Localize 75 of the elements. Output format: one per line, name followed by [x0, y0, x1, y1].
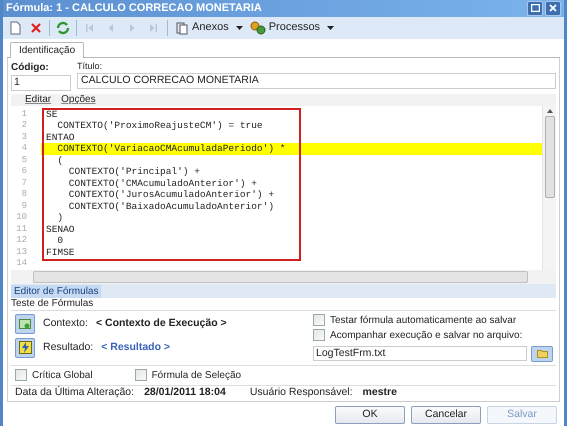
folder-icon — [536, 349, 548, 358]
maximize-icon — [530, 4, 540, 12]
field-label: Título: — [77, 60, 104, 72]
context-value: < Contexto de Execução > — [96, 316, 227, 331]
file-field[interactable]: LogTestFrm.txt — [313, 346, 527, 361]
refresh-icon — [55, 20, 71, 36]
line-number: 1 — [20, 108, 28, 120]
date-value: 28/01/2011 18:04 — [144, 385, 226, 400]
checkbox-label: Fórmula de Seleção — [152, 368, 242, 382]
maximize-button[interactable] — [527, 0, 543, 16]
scroll-up-icon — [546, 108, 552, 112]
line-number: 6 — [20, 165, 28, 178]
checkbox-label: Acompanhar execução e salvar no arquivo: — [330, 328, 522, 342]
input-field[interactable]: 1 — [11, 74, 71, 90]
code-line: FIMSE — [45, 246, 76, 258]
toolbar-menu-button[interactable]: Anexos — [172, 18, 246, 38]
line-number: 13 — [15, 246, 28, 258]
code-line: 0 — [56, 235, 64, 246]
tab[interactable]: Identificação — [10, 42, 84, 58]
line-number: 10 — [15, 211, 28, 224]
horizontal-scrollbar[interactable] — [33, 270, 528, 282]
field-label: Resultado: — [43, 340, 94, 355]
line-number: 8 — [20, 188, 28, 201]
caret-icon — [327, 26, 334, 30]
checkbox[interactable] — [313, 314, 325, 326]
lightning-icon — [18, 341, 32, 354]
editor-menu-item[interactable]: Editar — [25, 92, 52, 107]
browse-button[interactable] — [531, 346, 553, 362]
dialog-button[interactable]: Cancelar — [411, 406, 481, 424]
field-label: Contexto: — [43, 316, 88, 331]
line-number: 14 — [15, 257, 28, 270]
attachment-icon — [175, 20, 189, 34]
code-line: CONTEXTO('ProximoReajusteCM') = true — [56, 120, 264, 132]
checkbox[interactable] — [313, 329, 325, 341]
checkbox-label: Crítica Global — [32, 368, 93, 382]
close-button[interactable] — [545, 0, 561, 16]
table-icon — [19, 318, 31, 330]
code-line: ENTAO — [45, 132, 76, 143]
code-line: ) — [56, 212, 64, 224]
line-number: 3 — [20, 130, 28, 144]
context-button[interactable] — [15, 314, 35, 334]
line-number: 7 — [20, 176, 28, 190]
dialog-button[interactable]: OK — [335, 406, 405, 424]
tab[interactable]: Editor de Fórmulas — [11, 284, 102, 298]
scroll-thumb[interactable] — [544, 116, 554, 198]
result-value: < Resultado > — [101, 340, 170, 355]
info-label: Usuário Responsável: — [250, 385, 353, 400]
close-icon — [549, 4, 557, 12]
line-number: 2 — [20, 119, 28, 132]
checkbox[interactable] — [15, 369, 27, 381]
checkbox-label: Testar fórmula automaticamente ao salvar — [330, 314, 516, 326]
result-button[interactable] — [15, 338, 35, 358]
checkbox[interactable] — [134, 369, 147, 381]
input-field[interactable]: CALCULO CORRECAO MONETARIA — [77, 73, 556, 89]
code-line: CONTEXTO('Principal') + — [68, 166, 201, 178]
code-line: CONTEXTO('BaixadoAcumuladoAnterior') — [68, 200, 276, 212]
info-label: Data da Última Alteração: — [15, 385, 134, 400]
code-line: ( — [56, 154, 64, 166]
line-number: 5 — [20, 154, 28, 166]
line-number: 4 — [20, 142, 28, 155]
line-number: 11 — [15, 222, 28, 236]
field-label: Código: — [11, 60, 50, 74]
code-line: CONTEXTO('CMAcumuladoAnterior') + — [68, 178, 258, 189]
window-title: Fórmula: 1 - CALCULO CORRECAO MONETARIA — [6, 1, 262, 16]
line-number: 12 — [15, 234, 28, 247]
user-value: mestre — [362, 385, 397, 400]
caret-icon — [236, 26, 243, 30]
editor-menu-item[interactable]: Opções — [61, 92, 96, 107]
code-line: SENAO — [45, 224, 76, 235]
code-line: SE — [45, 108, 58, 120]
line-number: 9 — [20, 200, 28, 212]
code-line: CONTEXTO('JurosAcumuladoAnterior') + — [68, 189, 276, 200]
toolbar-menu-button[interactable]: Processos — [246, 18, 338, 38]
group-title: Teste de Fórmulas — [11, 298, 94, 310]
gears-icon — [250, 20, 266, 34]
